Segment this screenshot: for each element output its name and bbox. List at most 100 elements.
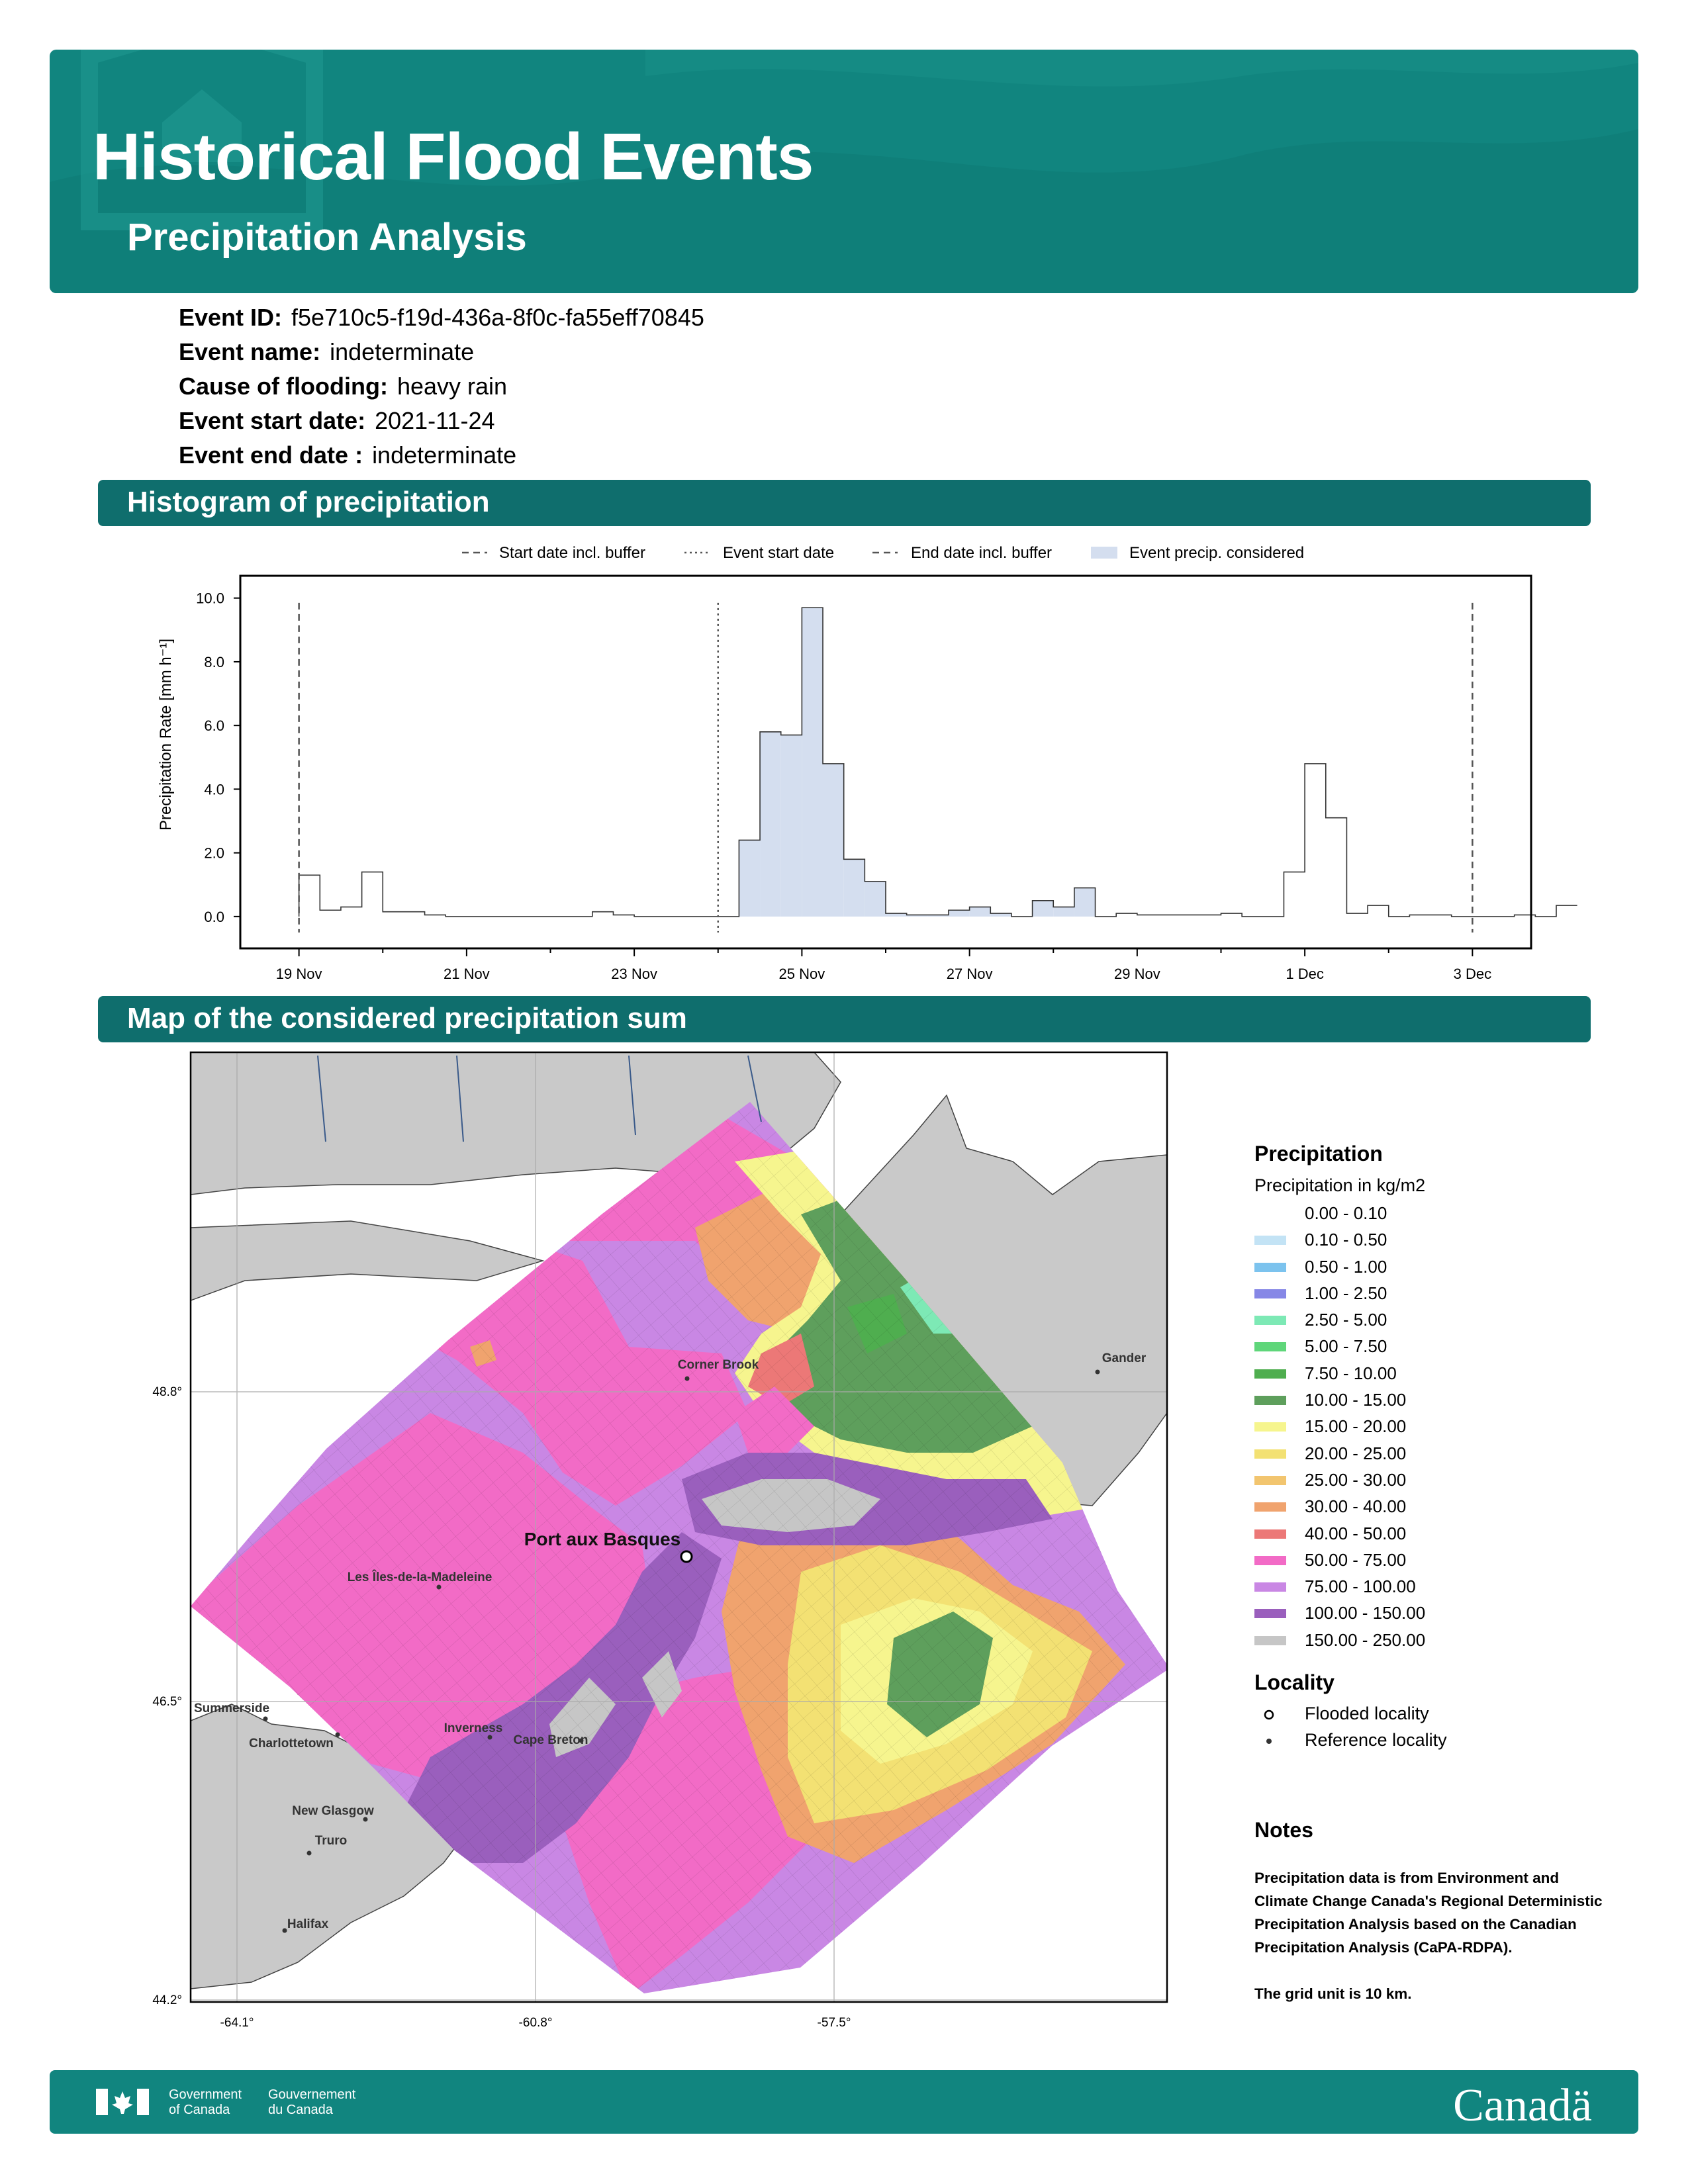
notes-heading: Notes <box>1254 1818 1313 1842</box>
x-tick-label: 29 Nov <box>1114 966 1160 982</box>
event-id-label: Event ID: <box>179 304 283 331</box>
legend-event-precip: Event precip. considered <box>1129 544 1304 562</box>
legend-classes: 0.00 - 0.10 0.10 - 0.50 0.50 - 1.00 1.00 - … <box>1254 1201 1625 1655</box>
legend-class-item: 50.00 - 75.00 <box>1254 1548 1625 1574</box>
footer: Government of Canada Gouvernement du Can… <box>50 2070 1638 2134</box>
lat-label-46: +46.5° <box>152 1695 182 1709</box>
x-tick-label: 23 Nov <box>611 966 657 982</box>
legend-class-label: 1.00 - 2.50 <box>1305 1283 1387 1303</box>
event-name-value: indeterminate <box>330 338 475 365</box>
legend-class-item: 75.00 - 100.00 <box>1254 1574 1625 1601</box>
legend-class-swatch <box>1254 1342 1286 1352</box>
legend-class-label: 15.00 - 20.00 <box>1305 1416 1407 1437</box>
summerside-label: Summerside <box>194 1702 269 1715</box>
charlottetown-marker <box>335 1732 340 1737</box>
histogram-section-title: Histogram of precipitation <box>127 486 490 518</box>
reference-locality-label: Reference locality <box>1305 1730 1447 1751</box>
histogram-event-bar <box>760 731 781 917</box>
legend-subheading: Precipitation in kg/m2 <box>1254 1175 1426 1195</box>
cause-label: Cause of flooding: <box>179 373 388 400</box>
port-aux-basques-label: Port aux Basques <box>524 1529 681 1549</box>
legend-class-swatch <box>1254 1236 1286 1246</box>
legend-class-swatch <box>1254 1422 1286 1432</box>
histogram-event-bar <box>1053 907 1074 917</box>
legend-event-start: Event start date <box>723 544 834 562</box>
madeleine-marker <box>436 1584 442 1590</box>
canada-wordmark: Canadä <box>1453 2080 1592 2131</box>
legend-flooded-locality: Flooded locality <box>1254 1702 1625 1728</box>
government-en: Government of Canada <box>169 2087 242 2117</box>
locality-legend: Flooded locality Reference locality <box>1254 1702 1625 1754</box>
lat-label-44: +44.2° <box>152 1993 182 2007</box>
legend-reference-locality: Reference locality <box>1254 1728 1625 1754</box>
legend-class-swatch <box>1254 1529 1286 1539</box>
end-date-value: indeterminate <box>372 441 517 469</box>
histogram-legend: Start date incl. buffer Event start date… <box>462 544 1304 562</box>
y-tick-label: 4.0 <box>204 781 224 797</box>
x-tick-label: 3 Dec <box>1454 966 1491 982</box>
legend-class-swatch <box>1254 1449 1286 1459</box>
legend-start-buffer: Start date incl. buffer <box>499 544 645 562</box>
legend-class-item: 150.00 - 250.00 <box>1254 1628 1625 1655</box>
legend-class-item: 15.00 - 20.00 <box>1254 1414 1625 1441</box>
locality-heading: Locality <box>1254 1670 1335 1695</box>
legend-class-item: 25.00 - 30.00 <box>1254 1468 1625 1494</box>
histogram-event-bar <box>780 735 802 917</box>
histogram-section-header: Histogram of precipitation <box>98 480 1591 526</box>
flooded-locality-label: Flooded locality <box>1305 1704 1429 1724</box>
histogram-event-bar <box>948 910 970 917</box>
summerside-marker <box>263 1716 268 1721</box>
histogram-event-bar <box>802 608 823 917</box>
x-tick-label: 19 Nov <box>276 966 322 982</box>
cause-row: Cause of flooding: heavy rain <box>179 372 507 401</box>
legend-class-label: 7.50 - 10.00 <box>1305 1363 1397 1383</box>
legend-class-swatch <box>1254 1289 1286 1298</box>
histogram-event-bar <box>843 859 865 917</box>
legend-class-item: 30.00 - 40.00 <box>1254 1494 1625 1521</box>
event-id-value: f5e710c5-f19d-436a-8f0c-fa55eff70845 <box>291 304 704 331</box>
legend-class-item: 5.00 - 7.50 <box>1254 1334 1625 1361</box>
page-title: Historical Flood Events <box>93 120 814 194</box>
government-fr: Gouvernement du Canada <box>268 2087 356 2117</box>
legend-class-swatch <box>1254 1396 1286 1406</box>
corner-brook-label: Corner Brook <box>678 1358 759 1372</box>
corner-brook-marker <box>684 1376 690 1381</box>
histogram-event-bar <box>739 840 761 917</box>
legend-class-swatch <box>1254 1475 1286 1485</box>
legend-end-buffer: End date incl. buffer <box>911 544 1052 562</box>
legend-class-swatch <box>1254 1582 1286 1592</box>
canada-flag-icon <box>96 2089 149 2115</box>
y-tick-label: 10.0 <box>196 590 224 607</box>
legend-class-label: 10.00 - 15.00 <box>1305 1390 1407 1410</box>
legend-class-label: 20.00 - 25.00 <box>1305 1443 1407 1463</box>
cape-breton-label: Cape Breton <box>514 1733 588 1747</box>
legend-class-swatch <box>1254 1555 1286 1565</box>
legend-class-label: 150.00 - 250.00 <box>1305 1629 1426 1650</box>
map-legend: Precipitation Precipitation in kg/m2 0.0… <box>1254 1142 1625 1754</box>
legend-class-swatch <box>1254 1209 1286 1218</box>
histogram-event-bar <box>1074 887 1096 917</box>
legend-class-item: 0.10 - 0.50 <box>1254 1228 1625 1254</box>
header-banner: Historical Flood Events Precipitation An… <box>50 50 1638 293</box>
histogram-event-bar <box>823 763 844 917</box>
inverness-label: Inverness <box>444 1721 503 1735</box>
legend-class-item: 100.00 - 150.00 <box>1254 1601 1625 1627</box>
legend-class-label: 25.00 - 30.00 <box>1305 1469 1407 1490</box>
reference-locality-icon <box>1266 1739 1272 1745</box>
precipitation-map: Corner Brook Gander Les Îles-de-la-Madel… <box>152 1051 1168 2030</box>
notes-text-grid: The grid unit is 10 km. <box>1254 1985 1412 2002</box>
truro-marker <box>306 1850 312 1856</box>
y-tick-label: 6.0 <box>204 717 224 734</box>
histogram-step-line <box>298 607 1577 917</box>
legend-class-item: 2.50 - 5.00 <box>1254 1308 1625 1334</box>
start-date-row: Event start date: 2021-11-24 <box>179 406 495 435</box>
y-axis-label: Precipitation Rate [mm h⁻¹] <box>157 639 175 831</box>
legend-heading: Precipitation <box>1254 1142 1383 1165</box>
y-tick-label: 0.0 <box>204 909 224 925</box>
legend-class-label: 0.50 - 1.00 <box>1305 1256 1387 1277</box>
start-date-label: Event start date: <box>179 407 366 434</box>
end-date-label: Event end date : <box>179 441 363 469</box>
flooded-locality-icon <box>1264 1709 1274 1720</box>
halifax-marker <box>282 1928 287 1933</box>
lon-label-60: -60.8° <box>519 2016 553 2030</box>
